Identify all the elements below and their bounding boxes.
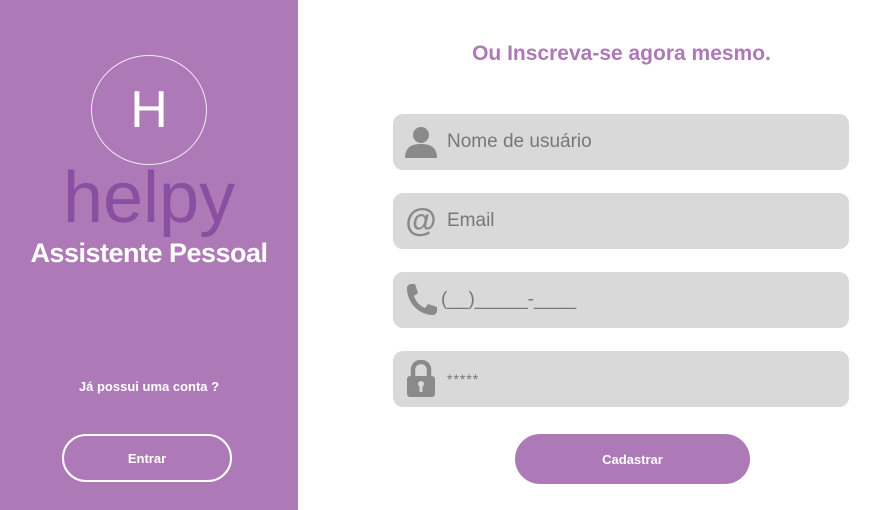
at-sign-icon: @	[403, 203, 439, 239]
account-question: Já possui uma conta ?	[78, 379, 220, 394]
logo-circle: H	[91, 55, 207, 165]
signup-heading: Ou Inscreva-se agora mesmo.	[472, 42, 771, 65]
user-icon	[403, 124, 439, 160]
password-field[interactable]: *****	[393, 351, 849, 407]
signup-button[interactable]: Cadastrar	[515, 434, 750, 484]
email-field[interactable]: @ Email	[393, 193, 849, 249]
email-input[interactable]: Email	[447, 210, 495, 232]
lock-icon	[403, 360, 439, 397]
sidebar-panel: H helpy Assistente Pessoal Já possui uma…	[0, 0, 298, 510]
phone-field[interactable]: (__)_____-____	[393, 272, 849, 328]
password-input[interactable]: *****	[447, 371, 479, 387]
username-input[interactable]: Nome de usuário	[447, 131, 592, 153]
brand-name: helpy	[62, 158, 236, 238]
username-field[interactable]: Nome de usuário	[393, 114, 849, 170]
svg-text:@: @	[405, 204, 436, 238]
phone-input[interactable]: (__)_____-____	[441, 289, 576, 311]
logo-letter: H	[130, 81, 168, 139]
login-button[interactable]: Entrar	[62, 434, 232, 482]
phone-icon	[403, 282, 439, 318]
brand-tagline: Assistente Pessoal	[30, 238, 268, 268]
